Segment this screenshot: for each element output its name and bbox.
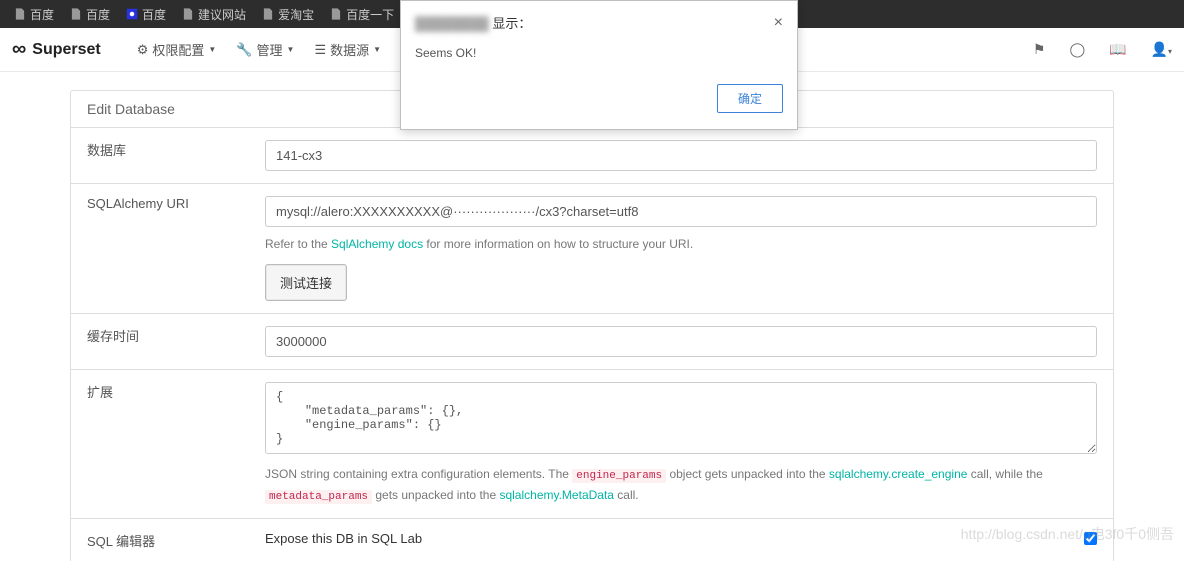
nav-label: 数据源 [330,40,369,59]
sql-lab-text: Expose this DB in SQL Lab [265,531,422,546]
nav-sources[interactable]: ☰数据源 ▼ [306,36,389,63]
sql-editor-label: SQL 编辑器 [71,519,249,561]
favicon-icon [126,8,138,20]
alert-dialog: ████████ 显示： × Seems OK! 确定 [400,0,798,130]
github-icon[interactable]: ◯ [1069,41,1085,58]
nav-menu: ⚙权限配置 ▼ 🔧 管理 ▼ ☰数据源 ▼ [129,36,389,63]
page-icon [262,8,274,20]
gear-icon: ⚙ [137,42,149,58]
extra-help: JSON string containing extra configurati… [265,465,1097,506]
nav-manage[interactable]: 🔧 管理 ▼ [228,36,302,63]
form-table: 数据库 SQLAlchemy URI Refer to the SqlAlche… [71,127,1113,561]
book-icon[interactable]: 📖 [1109,41,1126,58]
page-icon [182,8,194,20]
chevron-down-icon: ▼ [373,45,381,54]
bookmark-label: 百度一下 [346,6,394,23]
bookmark-item[interactable]: 百度 [64,4,116,25]
nav-label: 权限配置 [152,40,204,59]
bookmark-label: 建议网站 [198,6,246,23]
content: Edit Database 数据库 SQLAlchemy URI Refer t… [0,72,1184,561]
bookmark-label: 百度 [86,6,110,23]
brand-name: Superset [32,41,100,59]
cache-label: 缓存时间 [71,314,249,370]
sqlalchemy-docs-link[interactable]: SqlAlchemy docs [331,237,423,251]
bookmark-item[interactable]: 建议网站 [176,4,252,25]
sqlalchemy-uri-input[interactable] [265,196,1097,227]
metadata-link[interactable]: sqlalchemy.MetaData [499,488,614,502]
bookmark-label: 百度 [30,6,54,23]
cache-timeout-input[interactable] [265,326,1097,357]
database-icon: ☰ [314,42,326,58]
bookmark-item[interactable]: 百度 [8,4,60,25]
page-icon [330,8,342,20]
code-metadata-params: metadata_params [265,490,372,504]
user-menu[interactable]: 👤▾ [1151,41,1172,58]
chevron-down-icon: ▼ [287,45,295,54]
test-connection-button[interactable]: 测试连接 [265,264,347,301]
bookmark-label: 百度 [142,6,166,23]
extra-textarea[interactable] [265,382,1097,454]
alert-title: ████████ 显示： [415,13,531,32]
bookmark-item[interactable]: 百度一下 [324,4,400,25]
alert-body: Seems OK! [401,36,797,74]
flag-icon[interactable]: ⚑ [1033,41,1046,58]
uri-label: SQLAlchemy URI [71,184,249,314]
database-label: 数据库 [71,128,249,184]
uri-help: Refer to the SqlAlchemy docs for more in… [265,235,1097,254]
edit-database-panel: Edit Database 数据库 SQLAlchemy URI Refer t… [70,90,1114,561]
nav-label: 管理 [257,40,283,59]
page-icon [14,8,26,20]
close-button[interactable]: × [774,14,783,32]
bookmark-item[interactable]: 爱淘宝 [256,4,320,25]
bookmark-label: 爱淘宝 [278,6,314,23]
extra-label: 扩展 [71,370,249,519]
logo-icon: ∞ [12,38,26,61]
wrench-icon: 🔧 [236,42,252,58]
watermark: http://blog.csdn.net/q电3f0千0侧吾 [961,524,1174,544]
logo-area[interactable]: ∞ Superset [12,38,101,61]
code-engine-params: engine_params [572,469,666,483]
nav-security[interactable]: ⚙权限配置 ▼ [129,36,225,63]
chevron-down-icon: ▼ [208,45,216,54]
bookmark-item[interactable]: 百度 [120,4,172,25]
ok-button[interactable]: 确定 [717,84,783,113]
database-input[interactable] [265,140,1097,171]
page-icon [70,8,82,20]
nav-right: ⚑ ◯ 📖 👤▾ [1033,41,1172,58]
create-engine-link[interactable]: sqlalchemy.create_engine [829,467,968,481]
